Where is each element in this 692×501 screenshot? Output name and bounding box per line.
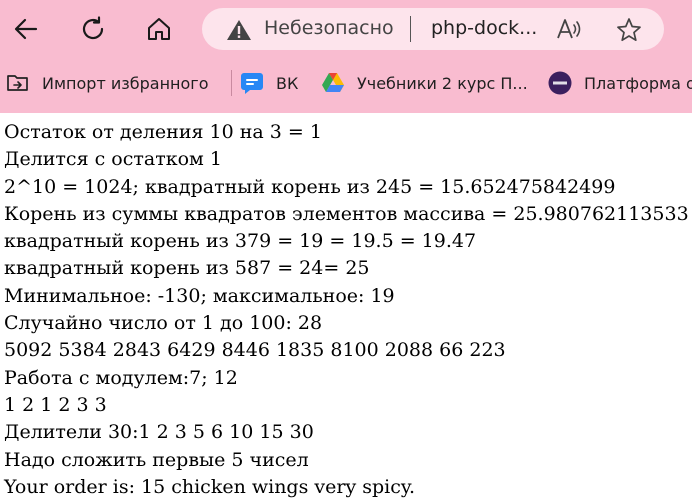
back-button[interactable] bbox=[8, 11, 44, 47]
output-line: Минимальное: -130; максимальное: 19 bbox=[4, 284, 395, 307]
url-text[interactable]: php-dock... bbox=[431, 17, 537, 39]
read-aloud-icon[interactable] bbox=[556, 18, 582, 40]
bfu-logo-icon bbox=[548, 71, 572, 95]
address-divider bbox=[410, 16, 411, 42]
browser-chrome: Небезопасно php-dock... Импорт избранног… bbox=[0, 0, 692, 113]
output-line: Your order is: 15 chicken wings very spi… bbox=[4, 475, 416, 498]
browser-toolbar: Небезопасно php-dock... bbox=[0, 0, 692, 58]
output-line: 5092 5384 2843 6429 8446 1835 8100 2088 … bbox=[4, 339, 506, 362]
home-icon bbox=[148, 18, 170, 40]
output-line: Корень из суммы квадратов элементов масс… bbox=[4, 202, 689, 225]
bookmark-vk[interactable]: ВК bbox=[240, 70, 298, 96]
bookmarks-separator bbox=[231, 70, 232, 96]
output-line: 1 2 1 2 3 3 bbox=[4, 393, 107, 416]
output-line: квадратный корень из 587 = 24= 25 bbox=[4, 257, 370, 280]
home-button[interactable] bbox=[141, 11, 177, 47]
warning-icon[interactable] bbox=[226, 19, 252, 41]
bookmark-platform[interactable]: Платформа о bbox=[548, 70, 692, 96]
output-line: Делители 30:1 2 3 5 6 10 15 30 bbox=[4, 421, 314, 444]
output-line: Делится с остатком 1 bbox=[4, 148, 222, 171]
output-line: 2^10 = 1024; квадратный корень из 245 = … bbox=[4, 175, 616, 198]
output-line: квадратный корень из 379 = 19 = 19.5 = 1… bbox=[4, 230, 477, 253]
output-line: Надо сложить первые 5 чисел bbox=[4, 448, 309, 471]
bookmark-label: Импорт избранного bbox=[42, 73, 209, 93]
address-bar[interactable]: Небезопасно php-dock... bbox=[202, 8, 664, 50]
reload-icon bbox=[82, 16, 104, 40]
bookmark-label: Платформа о bbox=[584, 73, 692, 93]
bookmarks-bar: Импорт избранного ВК Учебники 2 курс П..… bbox=[0, 58, 692, 108]
favorite-star-icon[interactable] bbox=[616, 17, 642, 43]
output-line: Работа с модулем:7; 12 bbox=[4, 366, 238, 389]
google-drive-icon bbox=[321, 71, 345, 95]
import-folder-icon bbox=[6, 71, 30, 95]
bookmark-label: ВК bbox=[276, 73, 299, 93]
security-status-label[interactable]: Небезопасно bbox=[264, 17, 394, 39]
reload-button[interactable] bbox=[75, 11, 111, 47]
back-arrow-icon bbox=[14, 18, 38, 40]
output-line: Остаток от деления 10 на 3 = 1 bbox=[4, 121, 322, 143]
vk-chat-icon bbox=[240, 71, 264, 95]
bookmark-label: Учебники 2 курс П... bbox=[357, 73, 528, 93]
bookmark-import-favorites[interactable]: Импорт избранного bbox=[6, 70, 209, 96]
page-output: Остаток от деления 10 на 3 = 1 Делится с… bbox=[4, 119, 692, 501]
output-line: Случайно число от 1 до 100: 28 bbox=[4, 312, 323, 335]
bookmark-textbooks[interactable]: Учебники 2 курс П... bbox=[321, 70, 528, 96]
